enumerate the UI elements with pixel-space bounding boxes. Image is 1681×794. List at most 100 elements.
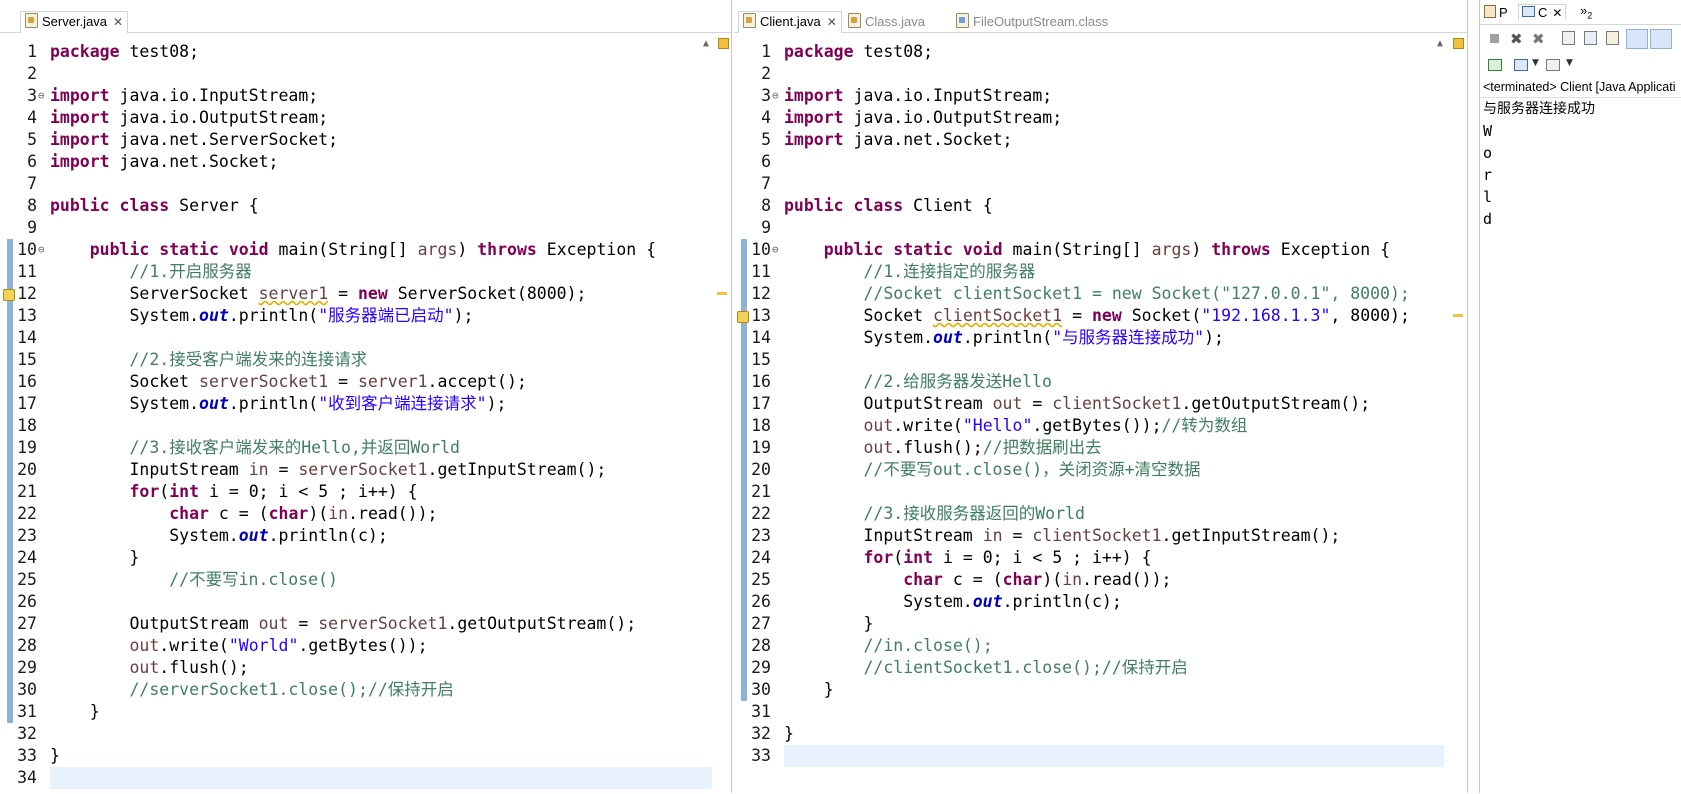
code-line[interactable]: 23 System.out.println(c); (0, 525, 712, 547)
scroll-lock-icon[interactable] (1584, 31, 1600, 45)
code-line[interactable]: 20 InputStream in = serverSocket1.getInp… (0, 459, 712, 481)
code-line[interactable]: 16 Socket serverSocket1 = server1.accept… (0, 371, 712, 393)
tab-class-java[interactable]: Class.java (844, 12, 925, 32)
code-line[interactable]: 34 (0, 767, 712, 789)
code-line[interactable]: 24 for(int i = 0; i < 5 ; i++) { (734, 547, 1444, 569)
code-line[interactable]: 15 (734, 349, 1444, 371)
code-line[interactable]: 17 System.out.println("收到客户端连接请求"); (0, 393, 712, 415)
code-line[interactable]: 7 (734, 173, 1444, 195)
chevron-down-icon[interactable]: ▼ (1566, 58, 1573, 68)
code-line[interactable]: 29 //clientSocket1.close();//保持开启 (734, 657, 1444, 679)
code-line[interactable]: 25 //不要写in.close() (0, 569, 712, 591)
open-console-icon[interactable] (1546, 59, 1562, 73)
code-line[interactable]: 21 for(int i = 0; i < 5 ; i++) { (0, 481, 712, 503)
code-line[interactable]: 18 (0, 415, 712, 437)
code-line[interactable]: 30 //serverSocket1.close();//保持开启 (0, 679, 712, 701)
code-line[interactable]: 12 ServerSocket server1 = new ServerSock… (0, 283, 712, 305)
code-line[interactable]: 3 ⊖ import java.io.InputStream; (0, 85, 712, 107)
code-line[interactable]: 19 out.flush();//把数据刷出去 (734, 437, 1444, 459)
tab-client-java[interactable]: Client.java ✕ (738, 11, 842, 33)
fold-toggle-icon[interactable]: ⊖ (772, 85, 779, 107)
remove-launch-icon[interactable]: ✖ (1510, 30, 1526, 48)
code-line[interactable]: 27 } (734, 613, 1444, 635)
code-line[interactable]: 2 (0, 63, 712, 85)
code-line[interactable]: 24 } (0, 547, 712, 569)
code-line[interactable]: 2 (734, 63, 1444, 85)
clear-console-icon[interactable] (1562, 31, 1578, 45)
close-icon[interactable]: ✕ (1552, 6, 1562, 20)
code-line[interactable]: 30 } (734, 679, 1444, 701)
server-code-area[interactable]: 1 package test08; 2 3 ⊖ import java.io.InputS… (0, 34, 731, 793)
fold-toggle-icon[interactable]: ⊖ (38, 85, 45, 107)
warning-icon[interactable] (3, 289, 15, 301)
code-line[interactable]: 16 //2.给服务器发送Hello (734, 371, 1444, 393)
code-line[interactable]: 10 ⊖ public static void main(String[] arg… (0, 239, 712, 261)
code-line[interactable]: 25 char c = (char)(in.read()); (734, 569, 1444, 591)
show-on-stdout-icon[interactable] (1626, 29, 1648, 49)
code-line[interactable]: 11 //1.连接指定的服务器 (734, 261, 1444, 283)
code-line[interactable]: 33 (734, 745, 1444, 767)
code-line[interactable]: 33} (0, 745, 712, 767)
code-line[interactable]: 8 public class Server { (0, 195, 712, 217)
code-line[interactable]: 9 (0, 217, 712, 239)
code-line[interactable]: 26 (0, 591, 712, 613)
pin-console-icon[interactable] (1488, 59, 1504, 73)
code-line[interactable]: 11 //1.开启服务器 (0, 261, 712, 283)
fold-toggle-icon[interactable]: ⊖ (772, 239, 779, 261)
code-line[interactable]: 1 package test08; (734, 41, 1444, 63)
tab-fileoutputstream-class[interactable]: FileOutputStream.class (952, 12, 1108, 32)
show-on-stderr-icon[interactable] (1650, 29, 1672, 49)
code-line[interactable]: 5 import java.net.Socket; (734, 129, 1444, 151)
code-line[interactable]: 31 } (0, 701, 712, 723)
code-line[interactable]: 32 (0, 723, 712, 745)
code-line[interactable]: 22 //3.接收服务器返回的World (734, 503, 1444, 525)
code-line[interactable]: 13 Socket clientSocket1 = new Socket("19… (734, 305, 1444, 327)
code-line[interactable]: 27 OutputStream out = serverSocket1.getO… (0, 613, 712, 635)
tab-problems[interactable]: P (1484, 5, 1508, 20)
tab-console[interactable]: C ✕ (1518, 4, 1567, 20)
code-line[interactable]: 19 //3.接收客户端发来的Hello,并返回World (0, 437, 712, 459)
code-line[interactable]: 6 import java.net.Socket; (0, 151, 712, 173)
client-code-area[interactable]: 1 package test08; 2 3 ⊖ import java.io.InputS… (734, 34, 1467, 793)
remove-all-terminated-icon[interactable]: ✖ (1532, 30, 1548, 48)
code-line[interactable]: 31 (734, 701, 1444, 723)
close-icon[interactable]: ✕ (827, 15, 837, 29)
code-line[interactable]: 14 System.out.println("与服务器连接成功"); (734, 327, 1444, 349)
close-icon[interactable]: ✕ (113, 15, 123, 29)
code-text: public static void main(String[] args) t… (50, 239, 656, 261)
tab-server-java[interactable]: Server.java ✕ (20, 11, 129, 33)
code-line[interactable]: 21 (734, 481, 1444, 503)
console-output[interactable]: 与服务器连接成功 W o r l d (1480, 97, 1681, 794)
code-line[interactable]: 18 out.write("Hello".getBytes());//转为数组 (734, 415, 1444, 437)
code-line[interactable]: 9 (734, 217, 1444, 239)
code-line[interactable]: 4 import java.io.OutputStream; (0, 107, 712, 129)
chevron-down-icon[interactable]: ▼ (1532, 58, 1539, 68)
code-line[interactable]: 32} (734, 723, 1444, 745)
code-line[interactable]: 17 OutputStream out = clientSocket1.getO… (734, 393, 1444, 415)
more-views-chevron[interactable]: »2 (1580, 3, 1592, 21)
code-line[interactable]: 13 System.out.println("服务器端已启动"); (0, 305, 712, 327)
code-line[interactable]: 15 //2.接受客户端发来的连接请求 (0, 349, 712, 371)
code-line[interactable]: 4 import java.io.OutputStream; (734, 107, 1444, 129)
word-wrap-icon[interactable] (1606, 31, 1622, 45)
code-line[interactable]: 7 (0, 173, 712, 195)
code-line[interactable]: 5 import java.net.ServerSocket; (0, 129, 712, 151)
code-line[interactable]: 20 //不要写out.close()，关闭资源+清空数据 (734, 459, 1444, 481)
code-line[interactable]: 26 System.out.println(c); (734, 591, 1444, 613)
terminate-icon[interactable] (1488, 32, 1504, 46)
code-line[interactable]: 29 out.flush(); (0, 657, 712, 679)
code-line[interactable]: 10 ⊖ public static void main(String[] arg… (734, 239, 1444, 261)
warning-icon[interactable] (737, 311, 749, 323)
code-line[interactable]: 23 InputStream in = clientSocket1.getInp… (734, 525, 1444, 547)
fold-toggle-icon[interactable]: ⊖ (38, 239, 45, 261)
code-line[interactable]: 28 //in.close(); (734, 635, 1444, 657)
code-line[interactable]: 8 public class Client { (734, 195, 1444, 217)
code-line[interactable]: 3 ⊖ import java.io.InputStream; (734, 85, 1444, 107)
code-line[interactable]: 12 //Socket clientSocket1 = new Socket("… (734, 283, 1444, 305)
code-line[interactable]: 22 char c = (char)(in.read()); (0, 503, 712, 525)
code-line[interactable]: 1 package test08; (0, 41, 712, 63)
display-selected-console-icon[interactable] (1514, 59, 1530, 73)
code-line[interactable]: 14 (0, 327, 712, 349)
code-line[interactable]: 6 (734, 151, 1444, 173)
code-line[interactable]: 28 out.write("World".getBytes()); (0, 635, 712, 657)
